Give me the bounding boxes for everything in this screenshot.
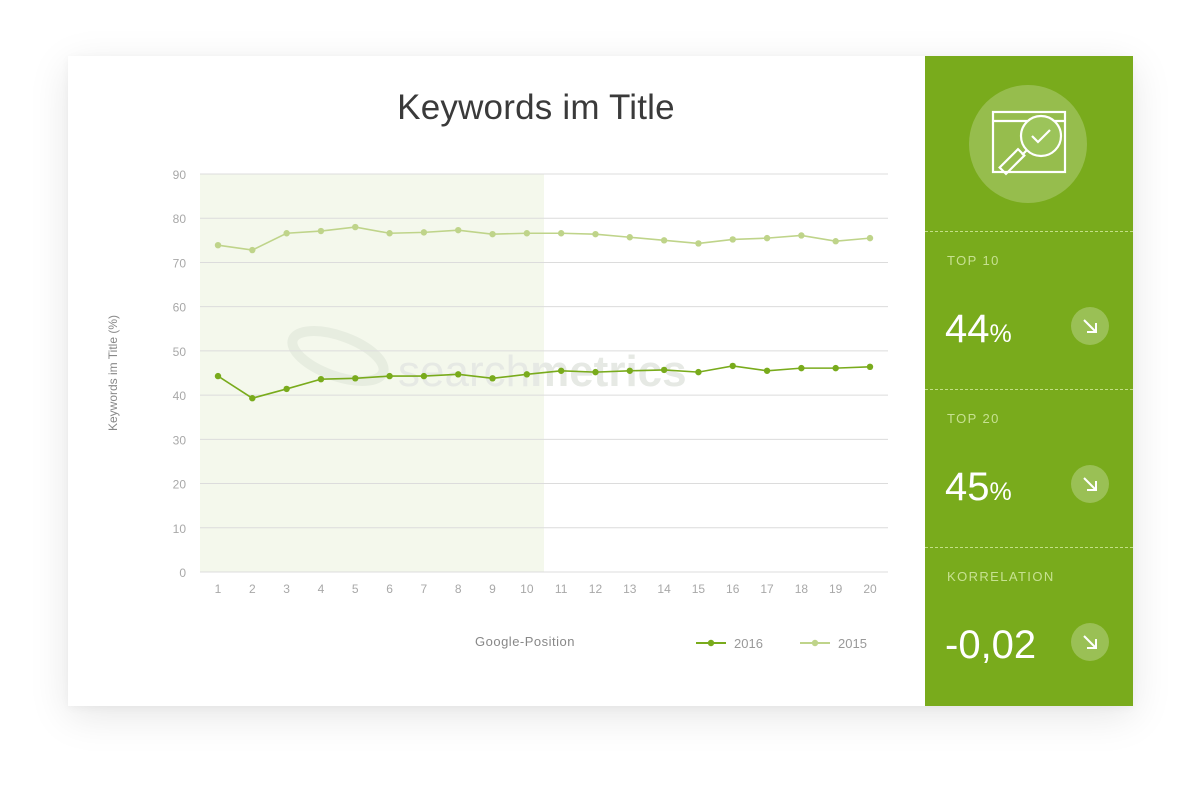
data-point-2015 [763, 234, 771, 242]
data-point-2015 [489, 230, 496, 238]
data-point-2015 [832, 238, 839, 245]
stat-value: 44% [945, 307, 1012, 351]
data-point-2015 [523, 230, 531, 237]
x-tick-label: 15 [692, 582, 706, 596]
data-point-2016 [455, 371, 462, 378]
brand-watermark: searchmetrics [398, 347, 687, 396]
stat-label: TOP 20 [947, 411, 1000, 426]
chart-area: Keywords im Title searchmetrics 0 10 20 30 40… [68, 56, 925, 706]
data-point-2015 [660, 237, 668, 244]
data-point-2015 [214, 241, 222, 249]
x-tick-label: 9 [489, 582, 496, 596]
data-point-2016 [249, 395, 256, 402]
legend-label-2015: 2015 [838, 636, 867, 651]
legend-marker-2015 [811, 639, 819, 647]
y-tick-label: 50 [173, 345, 187, 359]
y-tick-label: 10 [173, 522, 187, 536]
data-point-2016 [523, 371, 531, 378]
data-point-2015 [386, 230, 393, 237]
data-point-2015 [626, 234, 633, 241]
data-point-2016 [420, 372, 428, 380]
data-point-2016 [695, 368, 702, 376]
stat-top20: TOP 20 45% [925, 390, 1133, 547]
data-point-2016 [763, 367, 771, 374]
stat-label: KORRELATION [947, 569, 1055, 584]
data-point-2015 [352, 223, 359, 231]
data-point-2016 [866, 363, 874, 371]
data-point-2015 [420, 229, 428, 236]
y-tick-label: 0 [179, 566, 186, 580]
stat-korrelation: KORRELATION -0,02 [925, 548, 1133, 705]
data-point-2016 [798, 364, 805, 372]
x-tick-label: 20 [863, 582, 877, 596]
data-point-2015 [695, 240, 702, 247]
data-point-2016 [214, 372, 222, 380]
x-tick-label: 13 [623, 582, 637, 596]
x-tick-label: 12 [589, 582, 603, 596]
data-point-2015 [249, 246, 256, 254]
trend-down-button[interactable] [1071, 465, 1109, 503]
y-tick-label: 40 [173, 389, 187, 403]
x-tick-label: 2 [249, 582, 256, 596]
y-tick-label: 30 [173, 433, 187, 447]
data-point-2016 [317, 375, 325, 383]
x-tick-label: 1 [215, 582, 222, 596]
x-tick-label: 7 [421, 582, 428, 596]
data-point-2016 [489, 375, 496, 382]
y-tick-label: 20 [173, 478, 187, 492]
y-tick-label: 70 [173, 256, 187, 270]
data-point-2015 [283, 230, 290, 237]
y-tick-label: 90 [173, 168, 187, 182]
x-tick-label: 17 [760, 582, 774, 596]
data-point-2016 [352, 375, 359, 382]
arrow-down-right-icon [1083, 635, 1097, 649]
x-axis-label: Google-Position [475, 634, 575, 649]
stat-top10: TOP 10 44% [925, 232, 1133, 389]
data-point-2015 [592, 230, 599, 238]
data-point-2016 [283, 385, 290, 393]
stat-value: 45% [945, 465, 1012, 509]
stat-value: -0,02 [945, 623, 1037, 667]
data-point-2016 [592, 368, 599, 376]
chart-card: Keywords im Title searchmetrics 0 10 20 30 40… [68, 56, 1133, 706]
x-tick-label: 11 [555, 582, 568, 596]
x-tick-label: 3 [283, 582, 290, 596]
data-point-2015 [729, 236, 736, 243]
x-tick-label: 16 [726, 582, 740, 596]
stats-panel: TOP 10 44% TOP 20 45% KORRELATION -0,02 [925, 56, 1133, 706]
y-axis-label: Keywords im Title (%) [106, 315, 120, 431]
data-point-2016 [626, 367, 633, 374]
x-tick-label: 8 [455, 582, 462, 596]
x-tick-label: 10 [520, 582, 534, 596]
arrow-down-right-icon [1083, 319, 1097, 333]
data-point-2016 [557, 367, 565, 374]
x-tick-label: 5 [352, 582, 359, 596]
arrow-down-right-icon [1083, 477, 1097, 491]
data-point-2015 [798, 232, 805, 239]
trend-down-button[interactable] [1071, 307, 1109, 345]
data-point-2016 [832, 364, 839, 372]
data-point-2016 [660, 366, 668, 374]
magnifier-check-icon [969, 85, 1087, 203]
y-tick-label: 80 [173, 212, 187, 226]
data-point-2015 [557, 230, 565, 237]
data-point-2015 [455, 226, 462, 234]
data-point-2016 [386, 372, 393, 380]
x-tick-label: 6 [386, 582, 393, 596]
x-tick-label: 19 [829, 582, 843, 596]
data-point-2016 [729, 362, 736, 370]
x-tick-label: 14 [657, 582, 671, 596]
y-tick-label: 60 [173, 301, 187, 315]
legend-label-2016: 2016 [734, 636, 763, 651]
x-tick-label: 18 [795, 582, 809, 596]
trend-down-button[interactable] [1071, 623, 1109, 661]
stat-label: TOP 10 [947, 253, 1000, 268]
line-chart: searchmetrics01020304050607080901 2 3 4 5 6 7 8… [106, 168, 888, 651]
data-point-2015 [866, 234, 874, 242]
data-point-2015 [317, 227, 325, 235]
x-tick-label: 4 [318, 582, 325, 596]
legend-marker-2016 [707, 639, 715, 647]
